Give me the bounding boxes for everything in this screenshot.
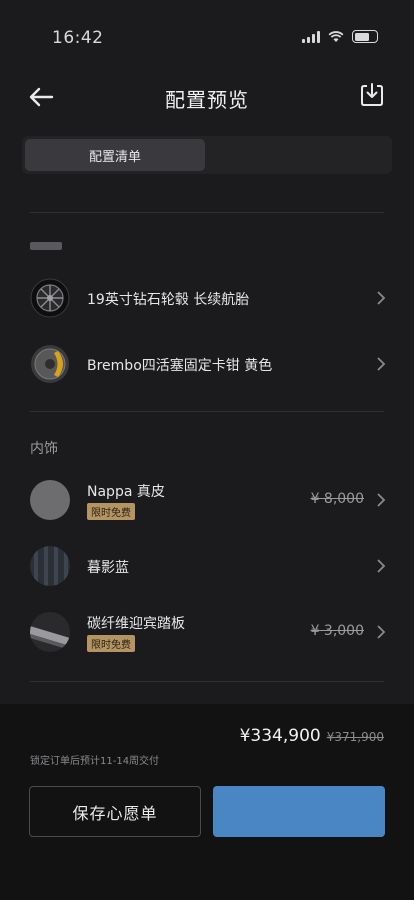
price-summary: ¥334,900 ¥371,900 — [240, 726, 384, 746]
list-item-wheel[interactable]: 19英寸钻石轮毂 长续航胎 — [0, 270, 414, 326]
list-item-label: Nappa 真皮 — [87, 484, 165, 500]
caliper-icon — [30, 344, 70, 384]
primary-action-button[interactable] — [213, 786, 385, 837]
list-item-label: 碳纤维迎宾踏板 — [87, 616, 185, 632]
list-item-color[interactable]: 暮影蓝 — [0, 538, 414, 594]
chevron-right-icon — [377, 357, 386, 371]
list-item-label: 19英寸钻石轮毂 长续航胎 — [87, 292, 250, 308]
battery-icon — [352, 30, 378, 43]
status-bar: 16:42 — [0, 0, 414, 70]
nav-bar: 配置预览 — [0, 74, 414, 120]
divider — [30, 681, 384, 682]
list-item-nappa[interactable]: Nappa 真皮 限时免费 ¥ 8,000 — [0, 472, 414, 528]
status-icons — [302, 30, 378, 43]
page-title: 配置预览 — [165, 88, 249, 112]
save-wishlist-button[interactable]: 保存心愿单 — [29, 786, 201, 837]
list-item-sill[interactable]: 碳纤维迎宾踏板 限时免费 ¥ 3,000 — [0, 604, 414, 660]
tab-second[interactable] — [208, 139, 388, 171]
section-label-placeholder — [30, 242, 62, 250]
status-time: 16:42 — [52, 28, 104, 48]
divider — [30, 212, 384, 213]
chevron-right-icon — [377, 493, 386, 507]
segment-control: 配置清单 — [22, 136, 392, 174]
section-title-interior: 内饰 — [30, 441, 58, 457]
bottom-bar: ¥334,900 ¥371,900 锁定订单后预计11-14周交付 保存心愿单 — [0, 704, 414, 900]
chevron-right-icon — [377, 291, 386, 305]
original-price: ¥ 3,000 — [310, 623, 364, 639]
total-original-price: ¥371,900 — [326, 730, 384, 744]
free-badge: 限时免费 — [87, 503, 135, 520]
original-price: ¥ 8,000 — [310, 491, 364, 507]
free-badge: 限时免费 — [87, 635, 135, 652]
chevron-right-icon — [377, 559, 386, 573]
chevron-right-icon — [377, 625, 386, 639]
sill-plate-icon — [30, 612, 70, 652]
download-icon[interactable] — [360, 82, 384, 108]
delivery-note: 锁定订单后预计11-14周交付 — [30, 756, 160, 767]
total-price: ¥334,900 — [239, 726, 321, 746]
tab-config-list[interactable]: 配置清单 — [25, 139, 205, 171]
list-item-label: 暮影蓝 — [87, 560, 129, 576]
list-item-caliper[interactable]: Brembo四活塞固定卡钳 黄色 — [0, 336, 414, 392]
fabric-swatch-icon — [30, 546, 70, 586]
signal-icon — [302, 30, 320, 43]
wheel-icon — [30, 278, 70, 318]
wifi-icon — [328, 30, 344, 42]
leather-swatch-icon — [30, 480, 70, 520]
list-item-label: Brembo四活塞固定卡钳 黄色 — [87, 358, 273, 374]
divider — [30, 411, 384, 412]
